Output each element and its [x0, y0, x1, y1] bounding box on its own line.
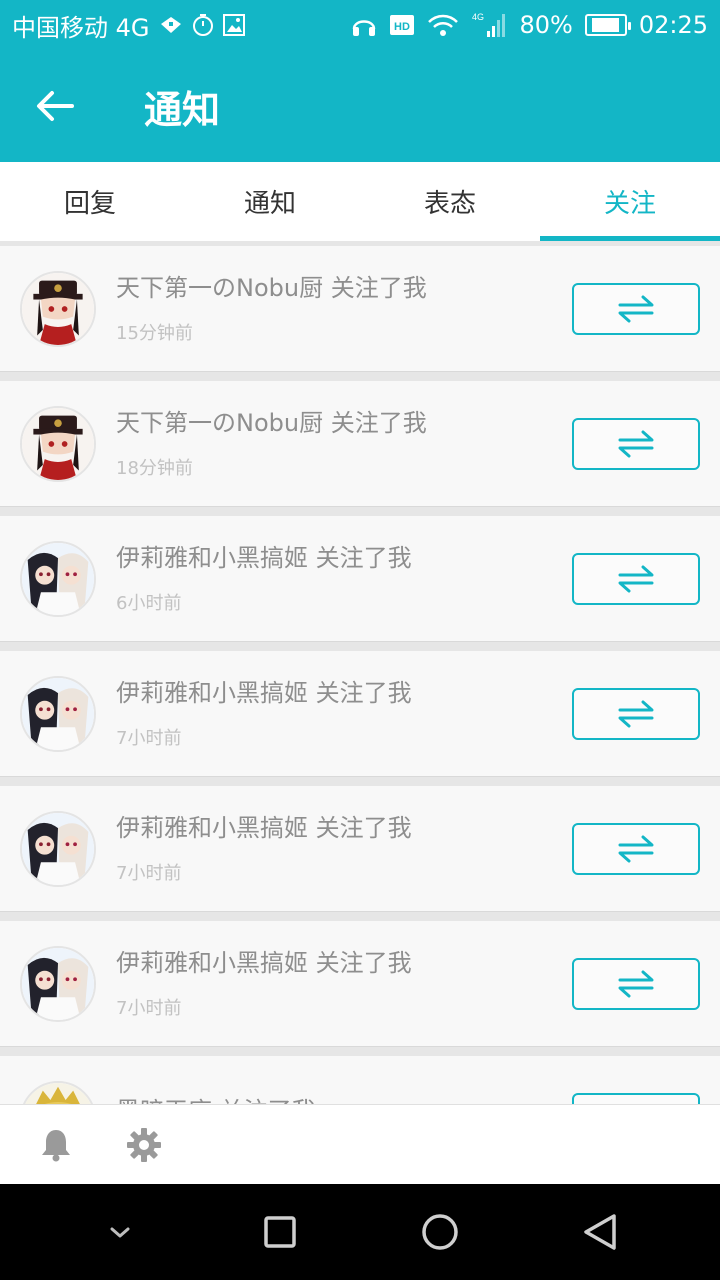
signal-icon: 4G	[471, 11, 507, 39]
item-title: 伊莉雅和小黑搞姬 关注了我	[116, 678, 412, 707]
mutual-follow-icon	[618, 835, 654, 862]
tab-replies[interactable]: 回复	[0, 162, 180, 241]
item-time: 7小时前	[116, 862, 182, 884]
avatar[interactable]	[20, 405, 96, 482]
carrier-label: 中国移动 4G	[12, 13, 150, 42]
back-button[interactable]	[0, 50, 110, 162]
hd-icon: HD	[389, 13, 415, 37]
item-title: 黑暗王座 关注了我	[116, 1096, 572, 1105]
home-icon	[422, 1214, 458, 1250]
mutual-follow-icon	[618, 565, 654, 592]
item-title: 天下第一のNobu厨 关注了我	[116, 408, 427, 437]
item-text: 伊莉雅和小黑搞姬 关注了我 7小时前	[116, 678, 572, 750]
item-time: 15分钟前	[116, 322, 193, 344]
avatar[interactable]	[20, 270, 96, 347]
status-bar: 中国移动 4G HD 4G 80% 02:25	[0, 0, 720, 50]
network-label: 4G	[472, 12, 484, 22]
mutual-follow-icon	[618, 700, 654, 727]
mutual-follow-button[interactable]	[572, 687, 700, 740]
page-title: 通知	[144, 87, 221, 132]
item-text: 天下第一のNobu厨 关注了我 18分钟前	[116, 408, 572, 480]
arrow-left-icon	[37, 91, 74, 121]
gear-icon	[127, 1127, 161, 1162]
mutual-follow-button[interactable]	[572, 552, 700, 605]
home-button[interactable]	[400, 1192, 480, 1272]
tab-follows[interactable]: 关注	[540, 162, 720, 241]
list-item[interactable]: 天下第一のNobu厨 关注了我 15分钟前	[0, 246, 720, 372]
item-time: 7小时前	[116, 727, 182, 749]
item-title: 伊莉雅和小黑搞姬 关注了我	[116, 543, 412, 572]
headphones-icon	[351, 13, 377, 37]
list-item[interactable]: 天下第一のNobu厨 关注了我 18分钟前	[0, 381, 720, 507]
list-item[interactable]: 黑暗王座 关注了我	[0, 1056, 720, 1104]
mutual-follow-button[interactable]	[572, 1092, 700, 1104]
item-time: 7小时前	[116, 997, 182, 1019]
mutual-follow-button[interactable]	[572, 957, 700, 1010]
app-bar: 通知	[0, 50, 720, 162]
status-left: 中国移动 4G	[12, 8, 246, 43]
mutual-follow-icon	[618, 970, 654, 997]
item-text: 伊莉雅和小黑搞姬 关注了我 7小时前	[116, 948, 572, 1020]
recents-button[interactable]	[240, 1192, 320, 1272]
clock: 02:25	[638, 11, 708, 39]
item-title: 伊莉雅和小黑搞姬 关注了我	[116, 813, 412, 842]
item-text: 伊莉雅和小黑搞姬 关注了我 7小时前	[116, 813, 572, 885]
tab-notices[interactable]: 通知	[180, 162, 360, 241]
settings-button[interactable]	[122, 1123, 166, 1167]
nav-back-button[interactable]	[560, 1192, 640, 1272]
battery-icon	[584, 14, 631, 36]
timer-icon	[192, 13, 214, 37]
notification-list[interactable]: 天下第一のNobu厨 关注了我 15分钟前 天下第一のNobu厨 关注了我 18…	[0, 242, 720, 1104]
hide-icon	[110, 1227, 130, 1238]
blonde-avatar-icon	[22, 1082, 94, 1104]
svg-text:HD: HD	[395, 21, 411, 33]
list-item[interactable]: 伊莉雅和小黑搞姬 关注了我 7小时前	[0, 651, 720, 777]
red-hat-avatar-icon	[22, 272, 94, 345]
avatar[interactable]	[20, 1080, 96, 1104]
back-icon	[584, 1214, 616, 1250]
wifi-icon	[427, 13, 459, 37]
duo-avatar-icon	[22, 947, 94, 1020]
avatar[interactable]	[20, 810, 96, 887]
battery-percent: 80%	[519, 11, 573, 39]
avatar[interactable]	[20, 675, 96, 752]
item-text: 黑暗王座 关注了我	[116, 1096, 572, 1105]
mutual-follow-button[interactable]	[572, 417, 700, 470]
recents-icon	[264, 1216, 296, 1248]
system-nav-bar	[0, 1184, 720, 1280]
mutual-follow-icon	[618, 430, 654, 457]
mutual-follow-button[interactable]	[572, 282, 700, 335]
notification-icon	[158, 14, 184, 36]
bell-icon	[42, 1129, 70, 1161]
item-title: 伊莉雅和小黑搞姬 关注了我	[116, 948, 412, 977]
red-hat-avatar-icon	[22, 407, 94, 480]
tab-bar: 回复 通知 表态 关注	[0, 162, 720, 242]
tab-reactions[interactable]: 表态	[360, 162, 540, 241]
hide-nav-button[interactable]	[80, 1192, 160, 1272]
mutual-follow-button[interactable]	[572, 822, 700, 875]
item-text: 伊莉雅和小黑搞姬 关注了我 6小时前	[116, 543, 572, 615]
duo-avatar-icon	[22, 677, 94, 750]
list-item[interactable]: 伊莉雅和小黑搞姬 关注了我 6小时前	[0, 516, 720, 642]
list-item[interactable]: 伊莉雅和小黑搞姬 关注了我 7小时前	[0, 921, 720, 1047]
item-time: 6小时前	[116, 592, 182, 614]
item-time: 18分钟前	[116, 457, 193, 479]
bell-button[interactable]	[34, 1123, 78, 1167]
item-text: 天下第一のNobu厨 关注了我 15分钟前	[116, 273, 572, 345]
status-right: HD 4G 80% 02:25	[351, 11, 708, 39]
item-title: 天下第一のNobu厨 关注了我	[116, 273, 427, 302]
list-item[interactable]: 伊莉雅和小黑搞姬 关注了我 7小时前	[0, 786, 720, 912]
mutual-follow-icon	[618, 295, 654, 322]
avatar[interactable]	[20, 540, 96, 617]
bottom-action-bar	[0, 1104, 720, 1184]
duo-avatar-icon	[22, 542, 94, 615]
avatar[interactable]	[20, 945, 96, 1022]
battery-fill	[592, 18, 620, 32]
image-icon	[222, 13, 246, 37]
duo-avatar-icon	[22, 812, 94, 885]
